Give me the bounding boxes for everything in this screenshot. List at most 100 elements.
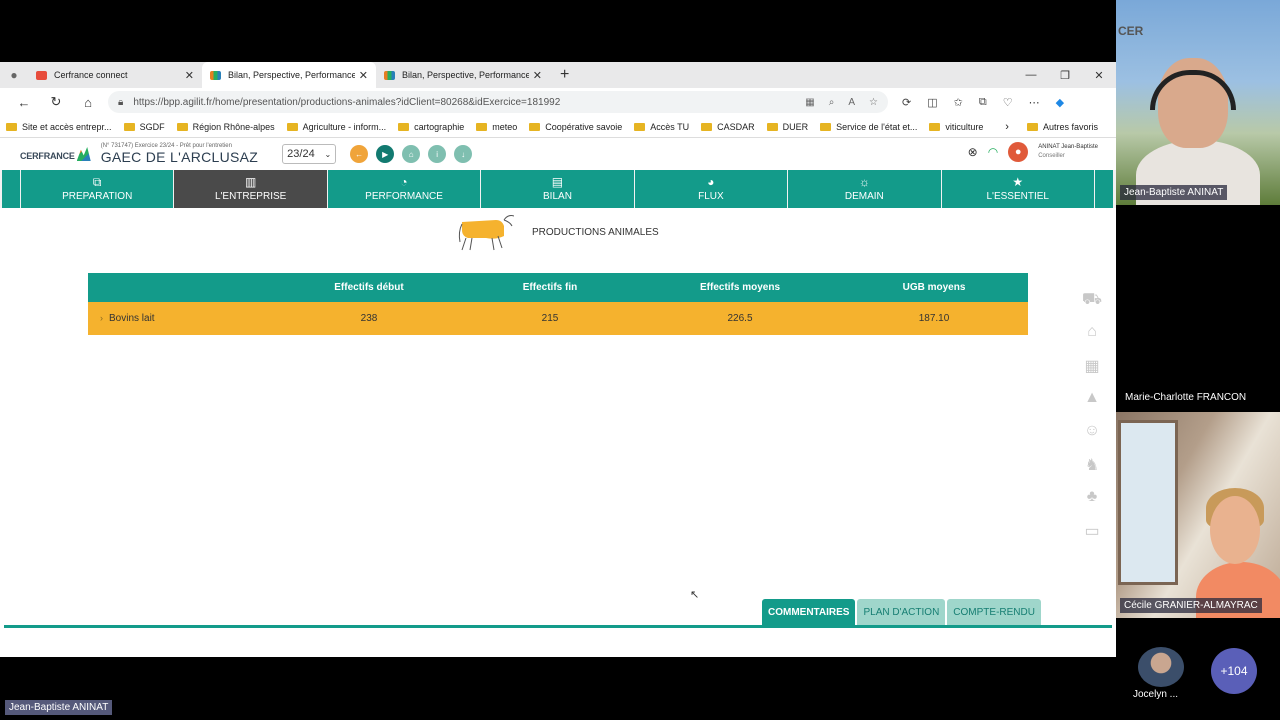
participant-avatar[interactable] [1138, 647, 1184, 687]
table-row[interactable]: › Bovins lait 238 215 226.5 187.10 [88, 302, 1028, 335]
read-aloud-icon[interactable]: A [848, 97, 855, 108]
bookmark-folder[interactable]: CASDAR [701, 122, 755, 132]
favicon-icon [210, 70, 221, 80]
info-button[interactable]: i [428, 145, 447, 163]
other-bookmarks[interactable]: Autres favoris [1026, 122, 1098, 132]
chevron-right-icon[interactable]: › [100, 313, 103, 323]
bookmark-folder[interactable]: SGDF [123, 122, 165, 132]
bookmark-label: Agriculture - inform... [302, 121, 387, 132]
bookmark-folder[interactable]: Région Rhône-alpes [176, 122, 275, 132]
close-icon[interactable]: ✕ [533, 69, 542, 82]
copilot-icon[interactable]: ◆ [1056, 96, 1064, 109]
tab-bpp-active[interactable]: Bilan, Perspective, Performance ✕ [202, 62, 376, 88]
participant-name-label: Jean-Baptiste ANINAT [1120, 185, 1228, 200]
browser-essentials-icon[interactable]: ♡ [1003, 96, 1013, 109]
new-tab-button[interactable]: + [560, 66, 569, 84]
main-nav: ⧉ PREPARATION ▥ L'ENTREPRISE ◔ PERFORMANCE … [0, 170, 1116, 208]
building-icon: ▥ [244, 175, 257, 189]
nav-label: L'ENTREPRISE [214, 191, 287, 202]
bookmark-folder[interactable]: cartographie [398, 122, 464, 132]
tab-cerfrance[interactable]: Cerfrance connect ✕ [28, 62, 202, 88]
more-participants-button[interactable]: +104 [1211, 648, 1257, 694]
close-icon[interactable]: ✕ [359, 69, 368, 82]
main-content: PRODUCTIONS ANIMALES Effectifs début Eff… [0, 208, 1116, 632]
bookmark-folder[interactable]: DUER [766, 121, 809, 132]
nav-preparation[interactable]: ⧉ PREPARATION [21, 170, 174, 208]
bookmark-folder[interactable]: viticulture [929, 122, 983, 132]
barn-icon[interactable]: ⌂ [1080, 323, 1104, 344]
bookmark-label: viticulture [945, 121, 984, 132]
participant-video-2[interactable] [1116, 412, 1280, 618]
tractor-icon[interactable]: ⛟ [1080, 290, 1104, 311]
year-value: 23/24 [287, 148, 315, 160]
back-arrow-button[interactable]: ← [350, 145, 369, 163]
nav-essentiel[interactable]: ★ L'ESSENTIEL [941, 170, 1094, 208]
chevron-right-icon[interactable]: › [1005, 121, 1009, 133]
profile-icon[interactable]: ● [0, 68, 28, 82]
shop-icon[interactable]: ▦ [1080, 356, 1104, 377]
cow-icon [458, 215, 514, 251]
people-icon[interactable]: ☺ [1080, 422, 1104, 443]
copy-icon: ⧉ [92, 175, 102, 189]
address-bar: ← ↻ ⌂ 🔒︎ https://bpp.agilit.fr/home/pres… [0, 88, 1116, 116]
nav-bilan[interactable]: ▤ BILAN [481, 170, 634, 208]
home-button[interactable]: ⌂ [402, 145, 421, 163]
cerfrance-logo[interactable]: CERFRANCE [20, 147, 91, 161]
folder-icon [286, 122, 298, 131]
year-select[interactable]: 23/24 ⌄ [282, 144, 337, 164]
home-icon[interactable]: ⌂ [72, 95, 104, 110]
tab-commentaires[interactable]: COMMENTAIRES [762, 599, 856, 625]
bookmark-label: DUER [782, 121, 809, 132]
favorites-icon[interactable]: ✩ [954, 96, 963, 109]
url-field[interactable]: 🔒︎ https://bpp.agilit.fr/home/presentati… [108, 91, 888, 113]
money-icon[interactable]: ▭ [1080, 521, 1104, 542]
tab-label: Cerfrance connect [54, 70, 128, 80]
favicon-icon [36, 70, 47, 80]
tab-plan-action[interactable]: PLAN D'ACTION [857, 599, 946, 625]
nav-label: L'ESSENTIEL [986, 191, 1049, 202]
zoom-icon[interactable]: ⌕ [829, 97, 835, 108]
bookmark-folder[interactable]: Service de l'état et... [820, 122, 917, 132]
reader-icon[interactable]: ▦ [805, 97, 814, 108]
close-circle-icon[interactable]: ⊗ [968, 145, 978, 159]
nav-performance[interactable]: ◔ PERFORMANCE [327, 170, 481, 208]
bookmark-label: Service de l'état et... [836, 121, 918, 132]
close-icon[interactable]: ✕ [185, 69, 194, 82]
bookmark-folder[interactable]: Coopérative savoie [529, 122, 622, 132]
nav-flux[interactable]: ◕ FLUX [634, 170, 788, 208]
lock-icon[interactable]: 🔒︎ [118, 97, 123, 108]
play-button[interactable]: ▶ [376, 145, 395, 163]
cell-value: 187.10 [918, 313, 950, 324]
crops-icon[interactable]: ♣ [1080, 488, 1104, 509]
back-icon[interactable]: ← [8, 95, 40, 110]
reload-icon[interactable]: ↻ [40, 94, 72, 110]
farm-info: (N° 731747) Exercice 23/24 - Prêt pour l… [101, 143, 258, 165]
user-avatar[interactable]: ● [1008, 142, 1029, 162]
download-button[interactable]: ↓ [454, 145, 473, 163]
bookmark-label: Accès TU [650, 121, 690, 132]
extensions-icon[interactable]: ⟳ [902, 96, 911, 109]
nav-label: BILAN [543, 191, 572, 202]
collections-icon[interactable]: ⧉ [979, 96, 987, 109]
bookmark-folder[interactable]: Site et accès entrepr... [6, 122, 112, 132]
tab-compte-rendu[interactable]: COMPTE-RENDU [947, 599, 1041, 625]
participant-video-1[interactable]: CER [1116, 0, 1280, 205]
split-screen-icon[interactable]: ◫ [927, 96, 937, 109]
bookmark-label: cartographie [414, 121, 465, 132]
favorite-star-icon[interactable]: ☆ [869, 97, 878, 108]
bookmark-folder[interactable]: meteo [476, 122, 517, 132]
restore-button[interactable]: ❐ [1048, 69, 1082, 82]
nav-entreprise[interactable]: ▥ L'ENTREPRISE [174, 170, 327, 208]
bookmark-folder[interactable]: Agriculture - inform... [286, 121, 387, 132]
nav-demain[interactable]: ☼ DEMAIN [788, 170, 941, 208]
close-window-button[interactable]: ✕ [1082, 69, 1116, 82]
minimize-button[interactable]: — [1014, 69, 1048, 81]
bookmark-folder[interactable]: Accès TU [634, 122, 689, 132]
screen: ● Cerfrance connect ✕ Bilan, Perspective… [0, 0, 1280, 720]
participant-head [1210, 496, 1260, 564]
field-icon[interactable]: ▲ [1080, 389, 1104, 410]
tab-bpp[interactable]: Bilan, Perspective, Performance ✕ [376, 62, 550, 88]
more-menu-icon[interactable]: ⋯ [1029, 96, 1040, 109]
animal-icon[interactable]: ♞ [1080, 455, 1104, 476]
folder-icon [929, 122, 941, 131]
